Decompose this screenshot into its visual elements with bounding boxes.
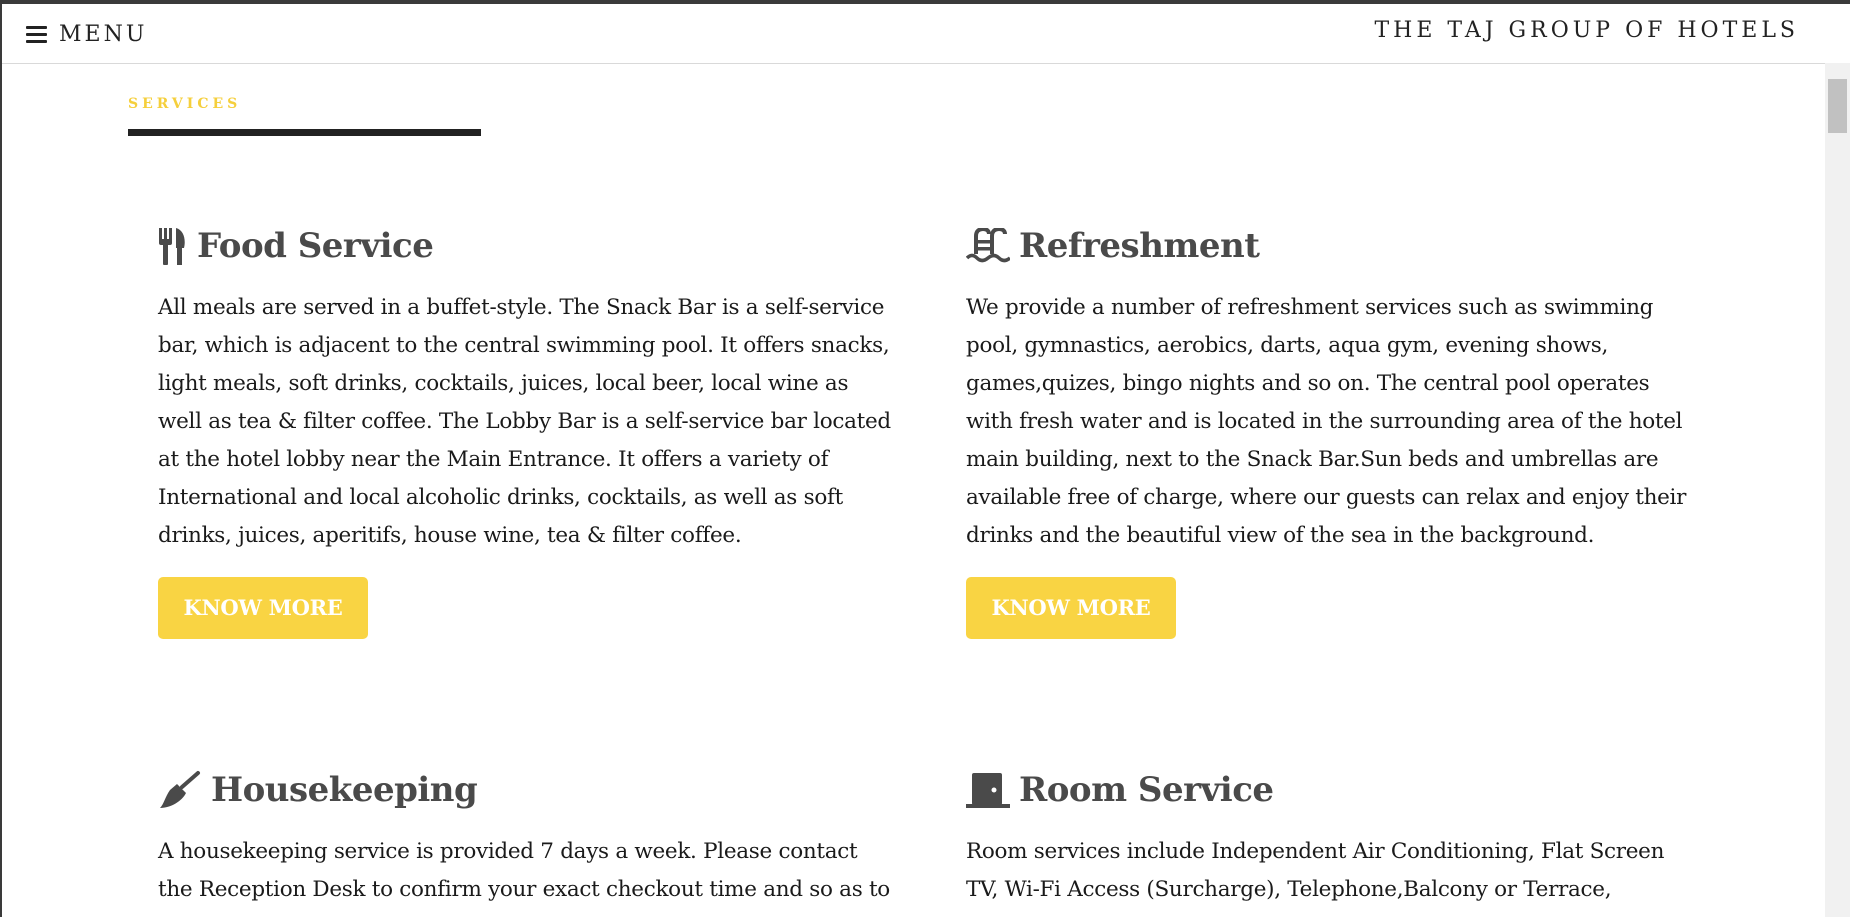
menu-button[interactable]: MENU <box>26 18 147 50</box>
scrollbar-track[interactable] <box>1825 63 1850 917</box>
card-heading: Refreshment <box>966 221 1711 271</box>
menu-label: MENU <box>59 21 148 47</box>
window-left-border <box>0 0 2 917</box>
know-more-button[interactable]: KNOW MORE <box>158 577 368 639</box>
service-card-room: Room Service Room services include Indep… <box>966 765 1711 909</box>
hamburger-icon <box>26 25 47 43</box>
section-underline <box>128 129 481 136</box>
scrollbar-thumb[interactable] <box>1828 79 1847 133</box>
service-card-refreshment: Refreshment We provide a number of refre… <box>966 221 1711 639</box>
card-description: Room services include Independent Air Co… <box>966 839 1665 902</box>
card-title: Food Service <box>197 226 434 266</box>
door-icon <box>966 768 1010 812</box>
know-more-button[interactable]: KNOW MORE <box>966 577 1176 639</box>
utensils-icon <box>158 224 188 268</box>
card-title: Housekeeping <box>211 770 478 810</box>
top-navbar: MENU THE TAJ GROUP OF HOTELS <box>2 4 1825 64</box>
card-title: Refreshment <box>1019 226 1260 266</box>
card-title: Room Service <box>1019 770 1274 810</box>
card-heading: Housekeeping <box>158 765 903 815</box>
service-card-housekeeping: Housekeeping A housekeeping service is p… <box>158 765 903 909</box>
card-description: We provide a number of refreshment servi… <box>966 295 1687 548</box>
brand-title[interactable]: THE TAJ GROUP OF HOTELS <box>1374 18 1799 43</box>
section-title: SERVICES <box>128 96 242 112</box>
card-heading: Room Service <box>966 765 1711 815</box>
broom-icon <box>158 768 202 812</box>
card-description: A housekeeping service is provided 7 day… <box>158 839 890 902</box>
swimming-pool-icon <box>966 224 1010 268</box>
service-card-food: Food Service All meals are served in a b… <box>158 221 903 639</box>
card-description: All meals are served in a buffet-style. … <box>158 295 891 548</box>
card-heading: Food Service <box>158 221 903 271</box>
